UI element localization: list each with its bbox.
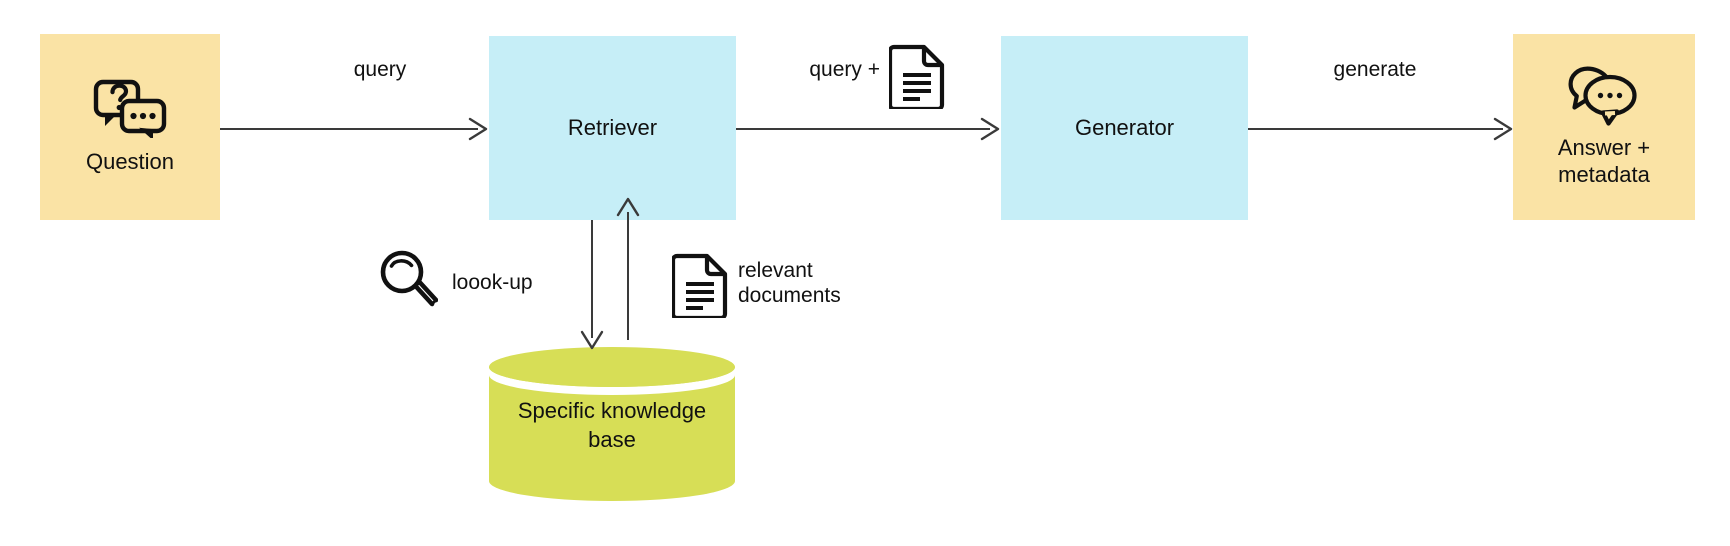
edge-generator-to-answer-line <box>1248 128 1503 130</box>
edge-retriever-to-kb-arrowhead <box>580 330 604 350</box>
node-question-label: Question <box>85 149 175 175</box>
diagram-canvas: Question Retriever Generator Answer + me… <box>0 0 1730 546</box>
node-retriever-label: Retriever <box>567 115 658 141</box>
edge-kb-to-retriever-arrowhead <box>616 197 640 217</box>
edge-question-to-retriever-line <box>220 128 478 130</box>
node-answer-label: Answer + metadata <box>1557 134 1651 188</box>
node-knowledge-base-label: Specific knowledge base <box>517 398 707 452</box>
two-speech-bubbles-ellipsis-icon <box>1568 66 1640 126</box>
relevant-documents-icon <box>670 252 730 321</box>
node-answer[interactable]: Answer + metadata <box>1513 34 1695 220</box>
edge-retriever-to-kb-label: loook-up <box>452 271 533 294</box>
node-question[interactable]: Question <box>40 34 220 220</box>
edge-retriever-to-generator-arrowhead <box>980 117 1000 141</box>
node-knowledge-base[interactable]: Specific knowledge base <box>487 345 737 503</box>
document-icon <box>887 43 947 112</box>
edge-generator-to-answer-arrowhead <box>1493 117 1513 141</box>
edge-retriever-to-generator-label: query + <box>809 58 880 81</box>
node-generator-label: Generator <box>1074 115 1175 141</box>
two-speech-bubbles-question-icon <box>92 78 168 141</box>
edge-question-to-retriever-label: query <box>353 58 407 81</box>
magnifier-icon <box>376 248 439 310</box>
edge-retriever-to-generator-line <box>736 128 990 130</box>
node-generator[interactable]: Generator <box>1001 36 1248 220</box>
edge-question-to-retriever-arrowhead <box>468 117 488 141</box>
edge-kb-to-retriever-line <box>627 212 629 340</box>
edge-kb-to-retriever-label: relevant documents <box>738 259 841 307</box>
node-retriever[interactable]: Retriever <box>489 36 736 220</box>
edge-generator-to-answer-label: generate <box>1333 58 1417 81</box>
